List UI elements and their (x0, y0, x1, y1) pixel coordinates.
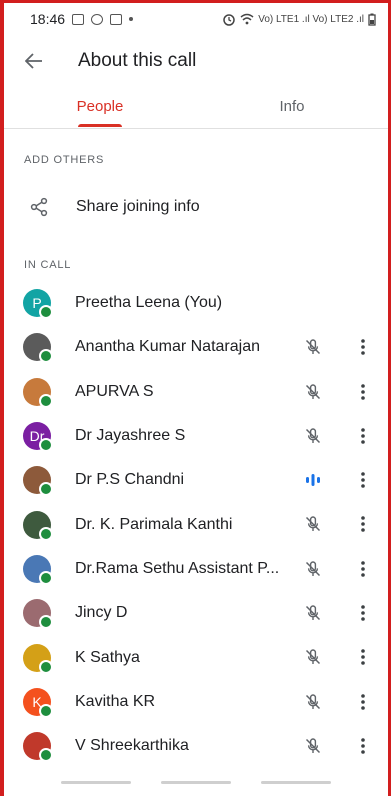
share-joining-info-label: Share joining info (76, 198, 200, 215)
participant-name: Dr. K. Parimala Kanthi (75, 515, 233, 533)
system-nav-bar (4, 768, 388, 796)
presence-dot-icon (39, 349, 53, 364)
more-options-icon[interactable] (351, 601, 375, 625)
participant-row[interactable]: APURVA S (4, 370, 388, 414)
tab-people[interactable]: People (4, 84, 196, 128)
speaking-indicator-icon (303, 470, 323, 490)
alarm-icon (223, 13, 235, 26)
participant-name: APURVA S (75, 382, 154, 400)
tab-info-label: Info (279, 97, 305, 115)
more-options-icon[interactable] (351, 424, 375, 448)
presence-dot-icon (39, 482, 53, 497)
participant-row[interactable]: P Preetha Leena (You) (4, 281, 388, 325)
mic-off-icon (303, 337, 323, 357)
more-options-icon[interactable] (351, 557, 375, 581)
participant-name: Preetha Leena (You) (75, 294, 223, 312)
avatar (23, 554, 53, 585)
presence-dot-icon (39, 615, 53, 630)
participant-row[interactable]: K Kavitha KR (4, 680, 388, 724)
participant-name: Jincy D (75, 604, 128, 622)
section-label-in-call: IN CALL (24, 259, 72, 271)
avatar (23, 732, 53, 763)
participant-row[interactable]: Dr. K. Parimala Kanthi (4, 502, 388, 546)
participant-row[interactable]: K Sathya (4, 635, 388, 679)
presence-dot-icon (39, 526, 53, 541)
tab-info[interactable]: Info (196, 84, 388, 128)
mic-off-icon (303, 426, 323, 446)
app-bar: About this call (4, 38, 388, 84)
participant-row[interactable]: Jincy D (4, 591, 388, 635)
mic-off-icon (303, 603, 323, 623)
avatar: Dr (23, 422, 53, 453)
presence-dot-icon (39, 305, 53, 320)
gallery-icon (72, 13, 85, 25)
participant-name: V Shreekarthika (75, 737, 189, 755)
participant-name: Anantha Kumar Natarajan (75, 338, 260, 356)
avatar (23, 599, 53, 630)
mic-off-icon (303, 736, 323, 756)
participant-row[interactable]: Dr P.S Chandni (4, 458, 388, 502)
mic-off-icon (303, 382, 323, 402)
presence-dot-icon (39, 659, 53, 674)
wifi-icon (240, 13, 254, 25)
notification-dot-icon (129, 17, 134, 21)
avatar (23, 377, 53, 408)
status-time: 18:46 (30, 11, 66, 27)
battery-icon (368, 13, 376, 26)
tab-active-indicator (78, 124, 122, 127)
participant-name: Dr.Rama Sethu Assistant P... (75, 559, 280, 577)
presence-dot-icon (39, 393, 53, 408)
participant-row[interactable]: Dr Dr Jayashree S (4, 414, 388, 458)
participant-row[interactable]: V Shreekarthika (4, 724, 388, 768)
back-arrow-icon[interactable] (4, 38, 64, 84)
avatar: P (23, 289, 53, 320)
share-joining-info-button[interactable]: Share joining info (4, 183, 388, 231)
presence-dot-icon (39, 438, 53, 453)
participant-name: Dr P.S Chandni (75, 471, 185, 489)
participant-name: K Sathya (75, 648, 140, 666)
more-options-icon[interactable] (351, 468, 375, 492)
participant-row[interactable]: Anantha Kumar Natarajan (4, 325, 388, 369)
tab-people-label: People (76, 97, 124, 115)
more-options-icon[interactable] (351, 645, 375, 669)
presence-dot-icon (39, 570, 53, 585)
status-bar: 18:46 Vo) LTE1 .ıl Vo) LTE2 .ıl (4, 3, 388, 35)
tab-bar: People Info (4, 84, 388, 129)
more-options-icon[interactable] (351, 690, 375, 714)
more-options-icon[interactable] (351, 335, 375, 359)
participant-row[interactable]: Dr.Rama Sethu Assistant P... (4, 547, 388, 591)
more-options-icon[interactable] (351, 512, 375, 536)
presence-dot-icon (39, 703, 53, 718)
participant-list: P Preetha Leena (You) Anantha Kumar Natara… (4, 281, 388, 768)
avatar (23, 510, 53, 541)
section-label-add-others: ADD OTHERS (24, 154, 105, 166)
avatar (23, 333, 53, 364)
more-options-icon[interactable] (351, 380, 375, 404)
nav-home-handle[interactable] (161, 780, 231, 784)
share-icon (4, 197, 74, 217)
presence-dot-icon (39, 748, 53, 763)
participant-name: Dr Jayashree S (75, 427, 186, 445)
mic-off-icon (303, 514, 323, 534)
mic-off-icon (303, 647, 323, 667)
avatar (23, 643, 53, 674)
network-text: Vo) LTE1 .ıl Vo) LTE2 .ıl (258, 13, 364, 25)
participant-name: Kavitha KR (75, 692, 156, 710)
more-options-icon[interactable] (351, 734, 375, 758)
avatar (23, 466, 53, 497)
camera-icon (110, 13, 123, 25)
facebook-icon (91, 13, 104, 25)
mic-off-icon (303, 692, 323, 712)
mic-off-icon (303, 559, 323, 579)
page-title: About this call (78, 50, 197, 71)
avatar: K (23, 687, 53, 718)
nav-recents-handle[interactable] (61, 780, 131, 784)
nav-back-handle[interactable] (261, 780, 331, 784)
